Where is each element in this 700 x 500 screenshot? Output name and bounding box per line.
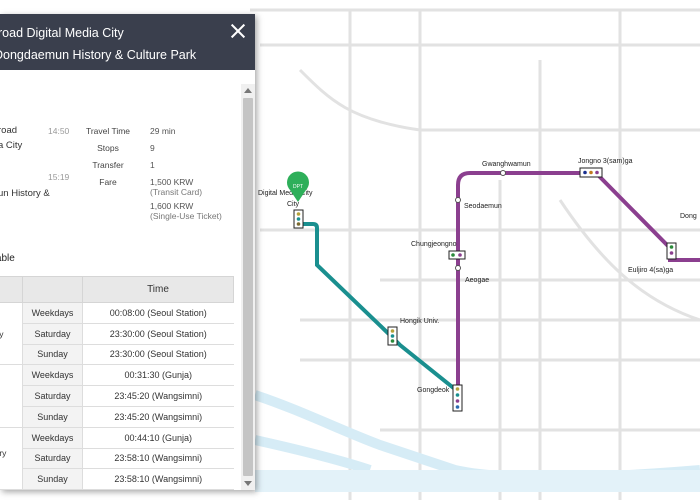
- station-aeogae[interactable]: [455, 265, 461, 271]
- station-gongdeok[interactable]: [452, 384, 463, 412]
- day-cell: Saturday: [22, 448, 83, 470]
- stops-label: Stops: [97, 143, 119, 153]
- route-from: road Digital Media City: [0, 26, 124, 40]
- table-row: Saturday 23:30:00 (Seoul Station): [0, 323, 234, 345]
- fare-card-value: 1,500 KRW: [150, 177, 194, 187]
- label-jongno3: Jongno 3(sam)ga: [578, 158, 633, 165]
- destination-time: 15:19: [48, 172, 70, 182]
- time-cell: 23:45:20 (Wangsimni): [82, 385, 234, 407]
- station-chungjeongno[interactable]: [448, 250, 466, 260]
- day-cell: Weekdays: [22, 364, 83, 387]
- station-column-header: [0, 276, 23, 303]
- day-cell: Weekdays: [22, 302, 83, 324]
- table-row: istory k Weekdays 00:44:10 (Gunja): [0, 427, 234, 490]
- day-cell: Sunday: [22, 468, 83, 490]
- station-cell: istory k: [0, 427, 23, 490]
- station-jongno3[interactable]: [579, 167, 603, 178]
- time-cell: 23:58:10 (Wangsimni): [82, 468, 234, 490]
- departure-marker-label: DPT: [293, 184, 303, 190]
- day-cell: Sunday: [22, 406, 83, 428]
- origin-name-1: road: [0, 125, 18, 136]
- label-seodaemun: Seodaemun: [464, 203, 502, 210]
- origin-name-2: a City: [0, 140, 23, 151]
- station-cell: [0, 364, 23, 428]
- time-column-header: Time: [82, 276, 234, 303]
- timetable-title: netable: [0, 253, 15, 264]
- day-column-header: [22, 276, 83, 303]
- day-cell: Sunday: [22, 344, 83, 366]
- table-row: City Weekdays 00:08:00 (Seoul Station): [0, 302, 234, 366]
- day-cell: Saturday: [22, 385, 83, 407]
- label-dmc-2: City: [287, 201, 300, 208]
- time-cell: 23:45:20 (Wangsimni): [82, 406, 234, 428]
- time-cell: 00:08:00 (Seoul Station): [82, 302, 234, 324]
- station-gwanghwamun[interactable]: [500, 170, 506, 176]
- table-row: Saturday 23:45:20 (Wangsimni): [0, 385, 234, 407]
- station-cell: City: [0, 302, 23, 366]
- scroll-up-arrow-icon[interactable]: [244, 88, 252, 93]
- station-digital-media-city[interactable]: [293, 209, 304, 229]
- label-gwanghwamun: Gwanghwamun: [482, 161, 531, 168]
- station-seodaemun[interactable]: [455, 197, 461, 203]
- travel-time-value: 29 min: [150, 126, 176, 136]
- route-details: road a City 14:50 un History & 15:19 Tra…: [0, 70, 241, 490]
- panel-scrollbar[interactable]: [241, 84, 255, 490]
- station-hongik[interactable]: [387, 326, 398, 346]
- fare-ticket-value: 1,600 KRW: [150, 201, 194, 211]
- river-band: [255, 470, 700, 492]
- last-train-timetable: Time City Weekdays 00:08:00 (Seoul Stati…: [0, 276, 234, 490]
- transfer-label: Transfer: [92, 160, 124, 170]
- label-gongdeok: Gongdeok: [417, 387, 450, 394]
- table-row: Weekdays 00:31:30 (Gunja): [0, 364, 234, 428]
- close-icon[interactable]: [229, 22, 247, 40]
- scroll-thumb[interactable]: [243, 98, 253, 476]
- origin-time: 14:50: [48, 126, 70, 136]
- day-cell: Weekdays: [22, 427, 83, 449]
- label-chungjeongno: Chungjeongno: [411, 241, 457, 248]
- time-cell: 23:30:00 (Seoul Station): [82, 323, 234, 345]
- time-cell: 00:31:30 (Gunja): [82, 364, 234, 387]
- route-panel: road Digital Media City Dongdaemun Histo…: [0, 14, 255, 490]
- table-row: Sunday 23:45:20 (Wangsimni): [0, 406, 234, 428]
- fare-ticket-note: (Single-Use Ticket): [150, 211, 222, 221]
- day-cell: Saturday: [22, 323, 83, 345]
- table-row: Saturday 23:58:10 (Wangsimni): [0, 448, 234, 470]
- transfer-value: 1: [150, 160, 155, 170]
- table-row: Sunday 23:30:00 (Seoul Station): [0, 344, 234, 366]
- time-cell: 23:58:10 (Wangsimni): [82, 448, 234, 470]
- travel-time-label: Travel Time: [85, 126, 131, 136]
- label-aeogae: Aeogae: [465, 277, 489, 284]
- fare-card-note: (Transit Card): [150, 187, 203, 197]
- label-euljiro4: Euljiro 4(sa)ga: [628, 267, 673, 274]
- line-6-path: [298, 222, 458, 392]
- destination-name-1: un History &: [0, 188, 50, 199]
- stops-value: 9: [150, 143, 155, 153]
- departure-marker[interactable]: DPT: [287, 171, 309, 202]
- station-euljiro4[interactable]: [666, 242, 677, 260]
- label-dongdaemun: Dong: [680, 213, 697, 220]
- table-row: Sunday 23:58:10 (Wangsimni): [0, 468, 234, 490]
- fare-label: Fare: [99, 177, 117, 187]
- time-cell: 23:30:00 (Seoul Station): [82, 344, 234, 366]
- label-hongik: Hongik Univ.: [400, 318, 439, 325]
- route-to: Dongdaemun History & Culture Park: [0, 48, 197, 62]
- time-cell: 00:44:10 (Gunja): [82, 427, 234, 449]
- scroll-down-arrow-icon[interactable]: [244, 481, 252, 486]
- route-header: road Digital Media City Dongdaemun Histo…: [0, 14, 255, 70]
- river: [253, 390, 700, 483]
